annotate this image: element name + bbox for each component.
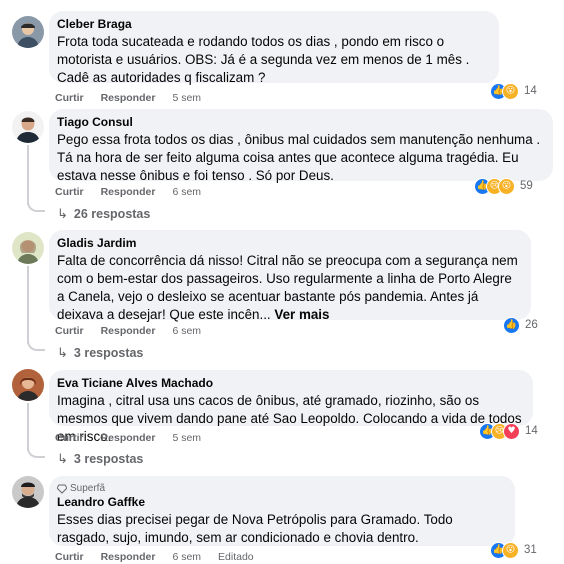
replies-count: 3 respostas [73,346,144,360]
reply-arrow-icon: ↳ [57,207,68,222]
comment-text: Falta de concorrência dá nisso! Citral n… [57,252,521,324]
thread-connector [27,198,45,212]
avatar[interactable] [12,476,44,508]
comment-bubble: Cleber Braga Frota toda sucateada e roda… [49,11,499,85]
reaction-summary[interactable]: 👍 😢 ♥ 14 [479,422,538,440]
thread-line [27,145,29,205]
reply-arrow-icon: ↳ [57,346,68,361]
comment-bubble: Tiago Consul Pego essa frota todos os di… [49,109,553,183]
comment-actions: Curtir Responder 6 sem Editado [55,550,271,564]
comment-bubble: Superfã Leandro Gaffke Esses dias precis… [49,476,515,546]
reaction-summary[interactable]: 👍 😮 14 [490,82,537,100]
comment-actions: Curtir Responder 6 sem [55,185,218,199]
like-button[interactable]: Curtir [55,185,84,199]
thread-connector [27,337,45,351]
reaction-count: 59 [520,180,533,192]
comment-bubble: Eva Ticiane Alves Machado Imagina , citr… [49,370,533,444]
like-button[interactable]: Curtir [55,431,84,445]
comment-author[interactable]: Eva Ticiane Alves Machado [57,376,523,391]
comment-text: Frota toda sucateada e rodando todos os … [57,34,470,85]
replies-count: 26 respostas [73,207,151,221]
badge-label: Superfã [70,483,106,494]
view-replies-link[interactable]: ↳ 3 respostas [57,451,143,467]
view-replies-link[interactable]: ↳ 26 respostas [57,206,150,222]
reaction-count: 14 [525,425,538,437]
comment-bubble: Gladis Jardim Falta de concorrência dá n… [49,230,531,322]
edited-label: Editado [218,551,254,563]
reaction-summary[interactable]: 👍 😢 😮 59 [474,177,533,195]
comment-time[interactable]: 6 sem [172,324,201,338]
reply-button[interactable]: Responder [101,185,156,199]
avatar[interactable] [12,369,44,401]
avatar[interactable] [12,232,44,264]
reaction-summary[interactable]: 👍 😮 31 [490,541,537,559]
avatar[interactable] [12,111,44,143]
comment-text: Pego essa frota todos os dias , ônibus m… [57,132,541,183]
comment-actions: Curtir Responder 6 sem [55,324,218,338]
reply-button[interactable]: Responder [101,91,156,105]
like-button[interactable]: Curtir [55,550,84,564]
comment-author[interactable]: Tiago Consul [57,115,543,130]
reply-button[interactable]: Responder [101,550,156,564]
comment-time[interactable]: 5 sem [172,431,201,445]
diamond-icon [57,484,67,494]
comment-time[interactable]: 6 sem [172,550,201,564]
reply-arrow-icon: ↳ [57,452,68,467]
reaction-count: 14 [524,85,537,97]
see-more-link[interactable]: Ver mais [274,307,329,322]
top-fan-badge: Superfã [57,482,505,495]
replies-count: 3 respostas [73,452,144,466]
reaction-summary[interactable]: 👍 26 [503,316,538,334]
comment-actions: Curtir Responder 5 sem [55,431,218,445]
comment-time[interactable]: 6 sem [172,185,201,199]
reaction-count: 31 [524,544,537,556]
reply-button[interactable]: Responder [101,431,156,445]
comment-actions: Curtir Responder 5 sem [55,91,218,105]
thread-line [27,266,29,344]
comment-author[interactable]: Gladis Jardim [57,236,521,251]
like-button[interactable]: Curtir [55,324,84,338]
comment-time[interactable]: 5 sem [172,91,201,105]
like-icon: 👍 [503,316,520,334]
comment-author[interactable]: Cleber Braga [57,17,489,32]
reply-button[interactable]: Responder [101,324,156,338]
like-button[interactable]: Curtir [55,91,84,105]
avatar[interactable] [12,16,44,48]
view-replies-link[interactable]: ↳ 3 respostas [57,345,143,361]
thread-connector [27,444,45,458]
love-icon: ♥ [503,422,520,440]
comment-text: Esses dias precisei pegar de Nova Petróp… [57,512,453,545]
wow-icon: 😮 [502,82,519,100]
reaction-count: 26 [525,319,538,331]
wow-icon: 😮 [502,541,519,559]
comment-author[interactable]: Leandro Gaffke [57,495,505,510]
wow-icon: 😮 [498,177,515,195]
